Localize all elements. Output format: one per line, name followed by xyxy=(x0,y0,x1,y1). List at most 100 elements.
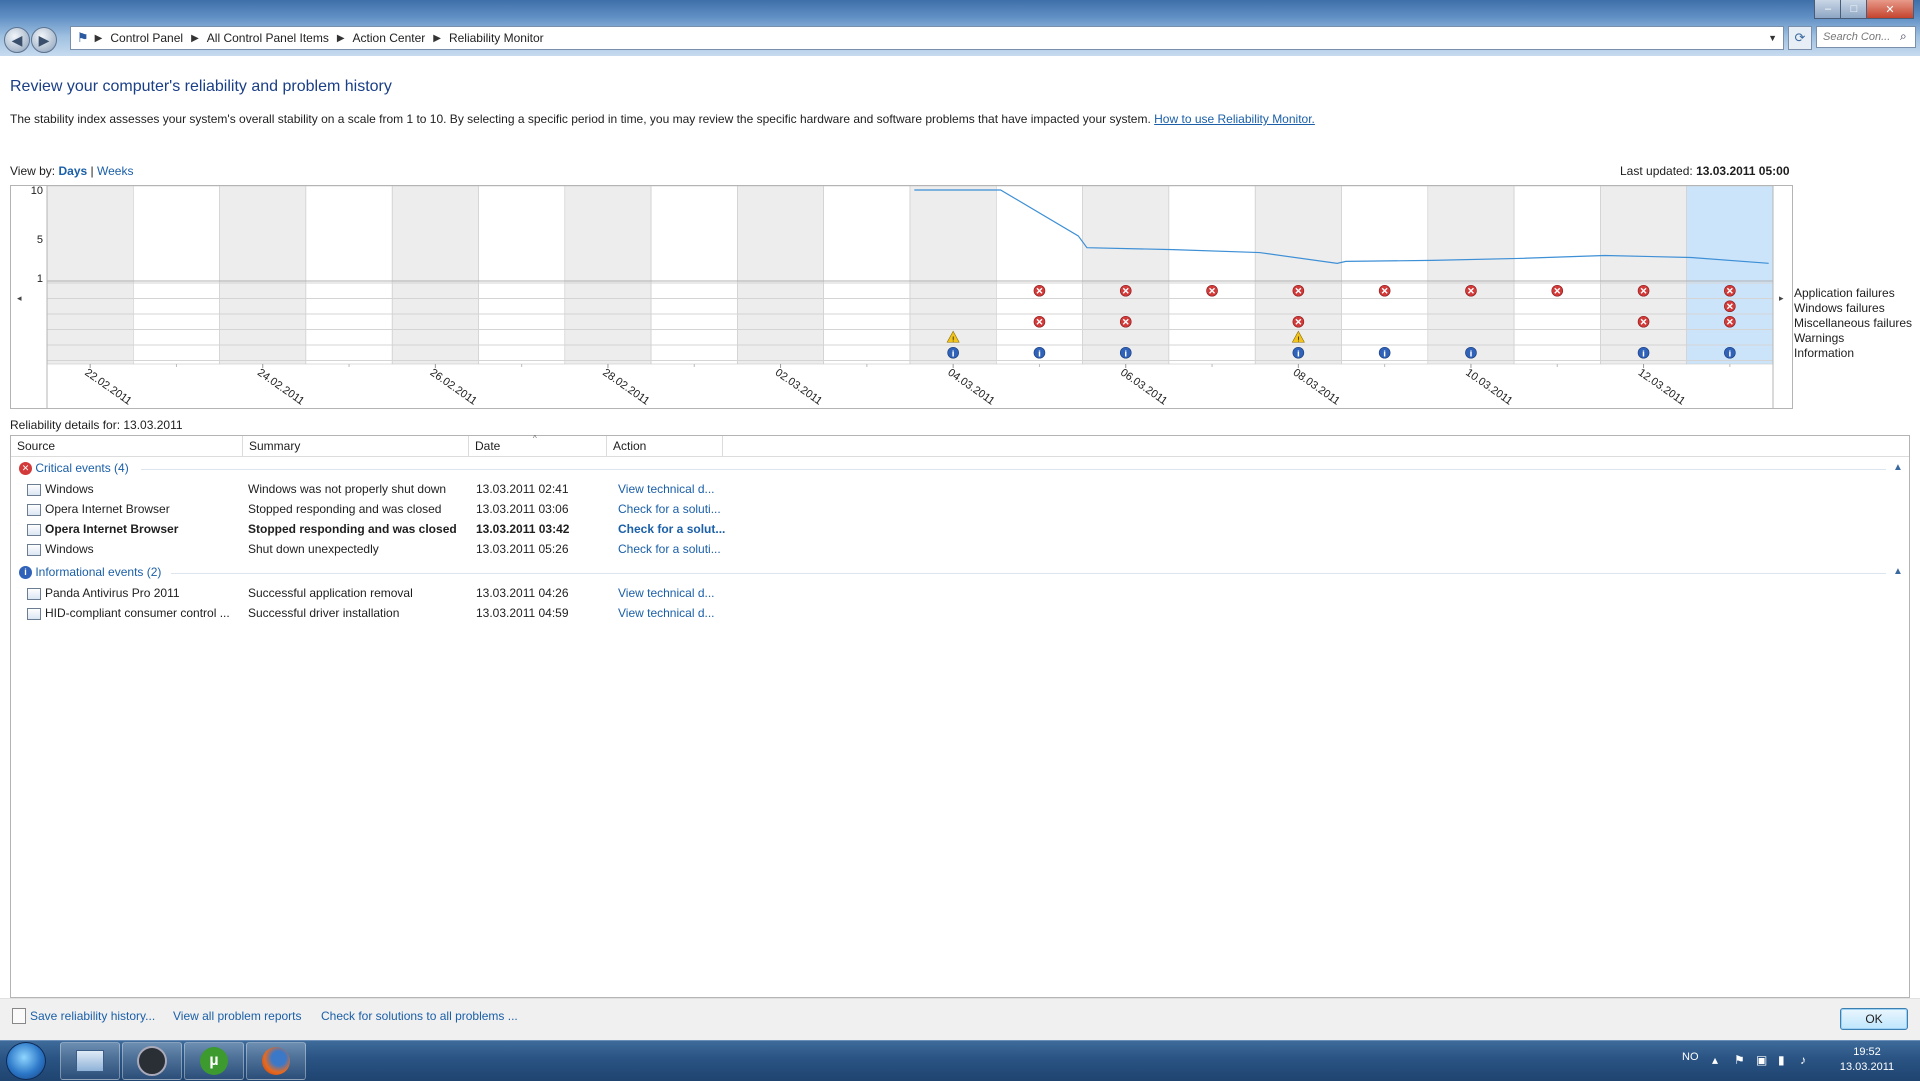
back-button[interactable]: ◀ xyxy=(4,27,30,53)
clock-date: 13.03.2011 xyxy=(1839,1061,1895,1073)
table-row[interactable]: Opera Internet Browser xyxy=(27,499,170,519)
table-row[interactable]: Panda Antivirus Pro 2011 xyxy=(27,583,180,603)
column-header-date[interactable]: Date ^ xyxy=(469,434,607,457)
taskbar-control-panel[interactable] xyxy=(60,1042,120,1080)
column-header-source[interactable]: Source xyxy=(11,436,243,457)
address-bar[interactable]: ⚑ ▶ Control Panel ▶ All Control Panel It… xyxy=(70,26,1784,50)
chart-scroll-right-icon[interactable]: ▸ xyxy=(1779,294,1784,304)
breadcrumb-action-center[interactable]: Action Center xyxy=(353,31,426,45)
table-row[interactable]: HID-compliant consumer control ... xyxy=(27,603,230,623)
row-action-link[interactable]: Check for a solut... xyxy=(618,519,725,539)
chart-day-column xyxy=(1168,185,1256,365)
chart-day-column xyxy=(564,185,652,365)
column-header-date-label: Date xyxy=(475,439,501,453)
chart-day-column xyxy=(1427,185,1515,365)
action-center-flag-icon[interactable]: ⚑ xyxy=(1734,1053,1745,1067)
last-updated-value: 13.03.2011 05:00 xyxy=(1696,164,1790,178)
application-icon xyxy=(27,483,41,496)
volume-icon[interactable]: ♪ xyxy=(1800,1053,1806,1067)
check-solutions-link[interactable]: Check for solutions to all problems ... xyxy=(321,1009,518,1023)
chart-y-tick-label: 5 xyxy=(37,234,43,246)
network-icon[interactable]: ▮ xyxy=(1778,1053,1785,1067)
view-by-weeks[interactable]: Weeks xyxy=(97,164,133,178)
row-source: Panda Antivirus Pro 2011 xyxy=(45,586,180,600)
system-clock[interactable]: 19:52 13.03.2011 xyxy=(1832,1045,1902,1075)
row-summary: Successful driver installation xyxy=(248,606,400,620)
search-icon[interactable]: ⌕ xyxy=(1900,29,1907,44)
row-action-link[interactable]: View technical d... xyxy=(618,479,715,499)
clock-time: 19:52 xyxy=(1853,1046,1881,1058)
application-icon xyxy=(27,543,41,556)
control-panel-window-icon xyxy=(76,1050,104,1072)
arrow-left-icon: ◀ xyxy=(11,31,23,48)
group-informational-title: Informational events (2) xyxy=(35,565,162,579)
row-action-link[interactable]: View technical d... xyxy=(618,583,715,603)
taskbar-firefox[interactable] xyxy=(246,1042,306,1080)
group-informational-events[interactable]: i Informational events (2) xyxy=(19,565,162,580)
breadcrumb-separator-icon: ▶ xyxy=(336,32,345,44)
chart-day-column xyxy=(133,185,220,365)
chart-day-column xyxy=(46,185,134,365)
input-language-indicator[interactable]: NO xyxy=(1682,1051,1699,1063)
row-action-link[interactable]: Check for a soluti... xyxy=(618,499,721,519)
view-by-days[interactable]: Days xyxy=(58,164,87,178)
chart-y-tick-label: 10 xyxy=(31,186,43,197)
chart-x-tick-label: 08.03.2011 xyxy=(1291,367,1342,408)
warning-marker-mark: ! xyxy=(1297,335,1300,343)
intro-description: The stability index assesses your system… xyxy=(10,112,1151,126)
row-date: 13.03.2011 03:42 xyxy=(476,522,570,536)
show-hidden-icons-icon[interactable]: ▴ xyxy=(1712,1053,1718,1067)
info-marker-mark: i xyxy=(952,349,955,358)
details-list[interactable]: Source Summary Date ^ Action ✕ Critical … xyxy=(10,434,1910,998)
maximize-button[interactable]: □ xyxy=(1840,0,1868,19)
row-action-link[interactable]: Check for a soluti... xyxy=(618,539,721,559)
taskbar-utorrent[interactable]: µ xyxy=(184,1042,244,1080)
chart-scroll-left-icon[interactable]: ◂ xyxy=(17,294,22,304)
chart-x-tick-label: 22.02.2011 xyxy=(82,367,133,408)
column-header-summary[interactable]: Summary xyxy=(243,436,469,457)
close-button[interactable]: ✕ xyxy=(1866,0,1914,19)
collapse-informational-icon[interactable]: ▲ xyxy=(1893,566,1903,577)
warning-marker-mark: ! xyxy=(952,335,955,343)
group-critical-events[interactable]: ✕ Critical events (4) xyxy=(19,461,129,476)
forward-button[interactable]: ▶ xyxy=(31,27,57,53)
taskbar-steam[interactable] xyxy=(122,1042,182,1080)
start-button[interactable] xyxy=(6,1042,46,1080)
table-row[interactable]: Windows xyxy=(27,479,94,499)
row-source: HID-compliant consumer control ... xyxy=(45,606,230,620)
info-marker-mark: i xyxy=(1297,349,1300,358)
row-date: 13.03.2011 04:59 xyxy=(476,606,569,620)
reliability-chart[interactable]: 10 5 1 ◂ ▸!! i i i i i i i i 22.02.2011 24.02.2011 26.0… xyxy=(10,185,1793,409)
row-action-link[interactable]: View technical d... xyxy=(618,603,715,623)
chart-day-column xyxy=(1513,185,1601,365)
reliability-chart-svg[interactable]: 10 5 1 ◂ ▸! ! i i i i i i i i 22.02.2011 24.02.2011 26.0… xyxy=(11,185,1792,408)
row-source: Opera Internet Browser xyxy=(45,522,179,536)
chart-x-tick-label: 06.03.2011 xyxy=(1118,367,1169,408)
safely-remove-hardware-icon[interactable]: ▣ xyxy=(1756,1053,1767,1067)
legend-information: Information xyxy=(1794,346,1855,360)
breadcrumb-reliability-monitor[interactable]: Reliability Monitor xyxy=(449,31,544,45)
application-icon xyxy=(27,523,41,536)
last-updated: Last updated: 13.03.2011 05:00 xyxy=(1620,164,1790,178)
firefox-icon xyxy=(262,1047,290,1075)
save-history-link[interactable]: Save reliability history... xyxy=(30,1009,155,1023)
breadcrumb-separator-icon: ▶ xyxy=(94,32,103,44)
ok-button[interactable]: OK xyxy=(1840,1008,1908,1030)
legend-miscellaneous-failures: Miscellaneous failures xyxy=(1794,316,1913,330)
info-marker-mark: i xyxy=(1383,349,1386,358)
collapse-critical-icon[interactable]: ▲ xyxy=(1893,462,1903,473)
application-icon xyxy=(27,503,41,516)
breadcrumb-all-items[interactable]: All Control Panel Items xyxy=(207,31,329,45)
refresh-button[interactable]: ⟳ xyxy=(1788,26,1812,50)
view-problem-reports-link[interactable]: View all problem reports xyxy=(173,1009,302,1023)
chart-day-column xyxy=(391,185,479,365)
error-icon: ✕ xyxy=(19,462,32,476)
help-link[interactable]: How to use Reliability Monitor. xyxy=(1154,112,1315,126)
table-row-selected[interactable]: Opera Internet Browser xyxy=(27,519,178,539)
address-dropdown-icon[interactable]: ▼ xyxy=(1768,33,1777,43)
group-divider xyxy=(141,469,1886,470)
table-row[interactable]: Windows xyxy=(27,539,94,559)
breadcrumb-control-panel[interactable]: Control Panel xyxy=(110,31,183,45)
column-header-action[interactable]: Action xyxy=(607,436,723,457)
minimize-button[interactable]: – xyxy=(1814,0,1842,19)
